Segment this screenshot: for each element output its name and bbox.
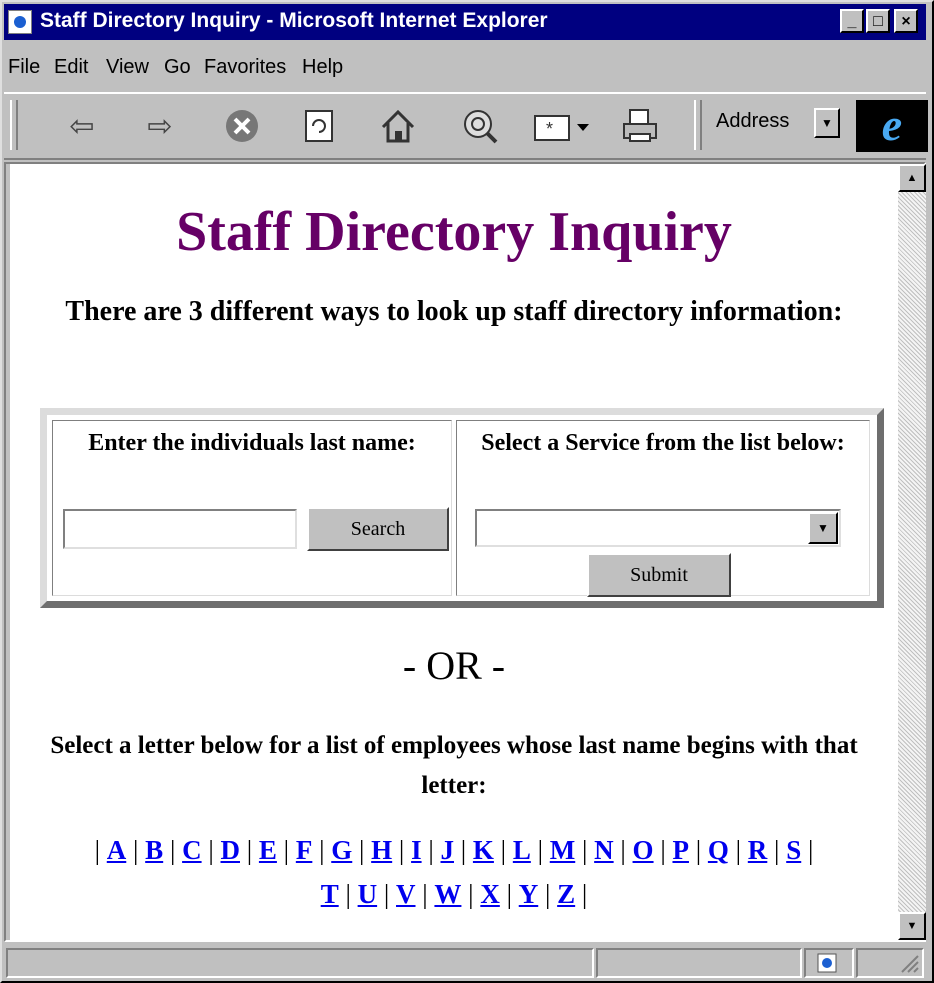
submit-button[interactable]: Submit bbox=[587, 553, 731, 597]
letter-link-w[interactable]: W bbox=[434, 879, 461, 909]
ie-page-icon bbox=[817, 953, 837, 973]
menu-favorites[interactable]: Favorites bbox=[204, 56, 286, 79]
vertical-scrollbar[interactable]: ▲ ▼ bbox=[898, 164, 926, 940]
letter-link-o[interactable]: O bbox=[633, 835, 654, 865]
status-text-panel bbox=[6, 948, 594, 978]
letter-link-t[interactable]: T bbox=[321, 879, 339, 909]
search-button[interactable]: Search bbox=[307, 507, 449, 551]
forward-icon[interactable]: ⇨ bbox=[138, 104, 182, 148]
letter-link-c[interactable]: C bbox=[182, 835, 202, 865]
lastname-cell: Enter the individuals last name: Search bbox=[52, 420, 452, 596]
letter-link-a[interactable]: A bbox=[107, 835, 127, 865]
letter-link-l[interactable]: L bbox=[513, 835, 531, 865]
resize-grip-icon[interactable] bbox=[898, 952, 920, 974]
or-separator: - OR - bbox=[402, 643, 506, 688]
toolbar-grip-address[interactable] bbox=[694, 100, 702, 150]
letter-link-h[interactable]: H bbox=[371, 835, 392, 865]
status-bar bbox=[4, 946, 926, 980]
page-content: Staff Directory Inquiry There are 3 diff… bbox=[10, 164, 898, 940]
letter-link-g[interactable]: G bbox=[331, 835, 352, 865]
window-title: Staff Directory Inquiry - Microsoft Inte… bbox=[40, 9, 548, 32]
print-icon[interactable] bbox=[618, 104, 662, 148]
maximize-button[interactable]: □ bbox=[866, 9, 890, 33]
menu-file[interactable]: File bbox=[8, 56, 40, 79]
service-cell: Select a Service from the list below: ▼ … bbox=[456, 420, 870, 597]
lastname-label: Enter the individuals last name: bbox=[88, 430, 416, 456]
ie-logo-icon: e bbox=[856, 100, 928, 152]
letter-link-b[interactable]: B bbox=[145, 835, 163, 865]
toolbar-grip[interactable] bbox=[10, 100, 18, 150]
toolbar: ⇦ ⇨ * Address ▼ e bbox=[4, 92, 928, 160]
letter-link-n[interactable]: N bbox=[594, 835, 614, 865]
menu-view[interactable]: View bbox=[106, 56, 149, 79]
letter-link-m[interactable]: M bbox=[550, 835, 575, 865]
scroll-down-button[interactable]: ▼ bbox=[898, 912, 926, 940]
menu-bar: File Edit View Go Favorites Help bbox=[4, 48, 926, 86]
status-grip-panel bbox=[856, 948, 924, 978]
menu-go[interactable]: Go bbox=[164, 56, 191, 79]
letter-link-x[interactable]: X bbox=[480, 879, 500, 909]
home-icon[interactable] bbox=[376, 104, 420, 148]
letter-link-z[interactable]: Z bbox=[557, 879, 575, 909]
page-title: Staff Directory Inquiry bbox=[176, 201, 732, 263]
letter-link-d[interactable]: D bbox=[221, 835, 241, 865]
letter-link-q[interactable]: Q bbox=[708, 835, 729, 865]
ie-document-icon bbox=[8, 10, 32, 34]
service-label: Select a Service from the list below: bbox=[481, 430, 845, 456]
menu-help[interactable]: Help bbox=[302, 56, 343, 79]
minimize-button[interactable]: _ bbox=[840, 9, 864, 33]
alphabet-links: | A | B | C | D | E | F | G | H | I | J … bbox=[94, 835, 814, 909]
letter-link-p[interactable]: P bbox=[672, 835, 689, 865]
address-label: Address bbox=[716, 110, 790, 132]
close-button[interactable]: × bbox=[894, 9, 918, 33]
letter-link-i[interactable]: I bbox=[411, 835, 422, 865]
title-bar[interactable]: Staff Directory Inquiry - Microsoft Inte… bbox=[4, 4, 926, 40]
service-select[interactable]: ▼ bbox=[475, 509, 841, 547]
letter-link-u[interactable]: U bbox=[358, 879, 378, 909]
intro-text: There are 3 different ways to look up st… bbox=[65, 296, 843, 327]
address-dropdown-button[interactable]: ▼ bbox=[814, 108, 840, 138]
search-icon[interactable] bbox=[458, 104, 502, 148]
letter-link-j[interactable]: J bbox=[441, 835, 455, 865]
letter-link-e[interactable]: E bbox=[259, 835, 277, 865]
search-options-table: Enter the individuals last name: Search … bbox=[40, 408, 884, 608]
status-progress-panel bbox=[596, 948, 802, 978]
letter-link-f[interactable]: F bbox=[296, 835, 313, 865]
scroll-up-button[interactable]: ▲ bbox=[898, 164, 926, 192]
letter-link-k[interactable]: K bbox=[473, 835, 494, 865]
menu-edit[interactable]: Edit bbox=[54, 56, 88, 79]
letter-link-r[interactable]: R bbox=[748, 835, 768, 865]
lastname-input[interactable] bbox=[63, 509, 297, 549]
chevron-down-icon[interactable]: ▼ bbox=[808, 512, 838, 544]
back-icon[interactable]: ⇦ bbox=[60, 104, 104, 148]
letter-instructions: Select a letter below for a list of empl… bbox=[50, 732, 858, 799]
refresh-icon[interactable] bbox=[298, 104, 342, 148]
status-zone-panel bbox=[804, 948, 854, 978]
letter-link-s[interactable]: S bbox=[786, 835, 801, 865]
letter-link-y[interactable]: Y bbox=[519, 879, 539, 909]
favorites-icon[interactable]: * bbox=[532, 104, 592, 148]
letter-link-v[interactable]: V bbox=[396, 879, 416, 909]
stop-icon[interactable] bbox=[220, 104, 264, 148]
svg-text:*: * bbox=[546, 119, 553, 139]
